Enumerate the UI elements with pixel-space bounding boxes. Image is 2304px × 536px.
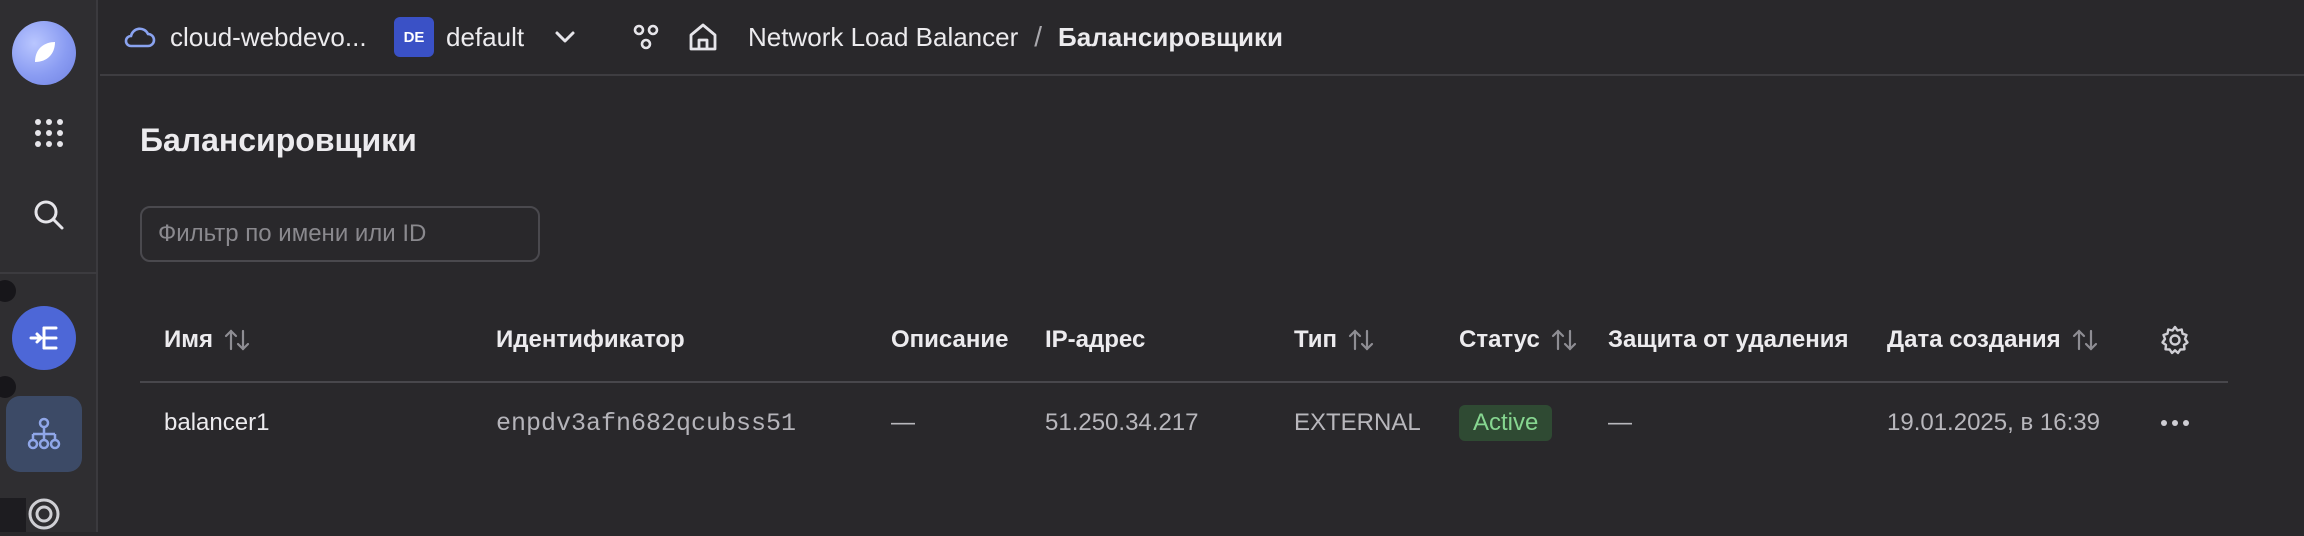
load-balancer-service-icon[interactable] [12,306,76,370]
cell-ip: 51.250.34.217 [1045,409,1199,436]
column-header-created[interactable]: Дата создания [1887,316,2099,364]
home-icon[interactable] [686,0,720,74]
sort-icon[interactable] [223,328,251,352]
cell-status: Active [1459,402,1553,444]
column-label: Дата создания [1887,326,2061,353]
cell-deletion-protection: — [1608,409,1632,436]
folder-selector[interactable]: DE default [394,0,576,74]
chevron-down-icon [555,31,575,43]
rail-divider [0,272,98,274]
row-actions-icon[interactable] [2160,402,2190,444]
sort-icon[interactable] [2071,328,2099,352]
page-title: Балансировщики [140,122,417,158]
cloud-icon [124,27,156,48]
column-header-deletion-protection: Защита от удаления [1608,316,1849,364]
breadcrumb: Network Load Balancer / Балансировщики [748,0,1283,74]
sort-icon[interactable] [1347,328,1375,352]
breadcrumb-current: Балансировщики [1058,21,1283,52]
cloud-name: cloud-webdevo... [170,21,367,52]
column-header-description: Описание [891,316,1009,364]
target-icon[interactable] [22,492,66,536]
sort-icon[interactable] [1550,328,1578,352]
table-settings-icon[interactable] [2160,316,2190,364]
services-grid-icon[interactable] [14,98,84,168]
rail-decoration [0,376,16,398]
rail-decoration [0,280,16,302]
breadcrumb-service-link[interactable]: Network Load Balancer [748,22,1018,53]
column-label: IP-адрес [1045,326,1146,353]
column-label: Статус [1459,326,1540,353]
cell-id: enpdv3afn682qcubss51 [496,408,797,438]
cell-description: — [891,409,915,436]
column-label: Имя [164,326,214,353]
column-header-ip: IP-адрес [1045,316,1145,364]
column-header-name[interactable]: Имя [164,316,251,364]
balancers-nav-icon[interactable] [6,396,82,472]
folder-name: default [446,21,525,52]
folder-badge: DE [394,17,434,57]
column-label: Тип [1294,326,1337,353]
cell-type: EXTERNAL [1294,409,1421,436]
column-header-type[interactable]: Тип [1294,316,1375,364]
integrations-icon[interactable] [630,0,662,74]
left-rail [0,0,98,532]
cell-created: 19.01.2025, в 16:39 [1887,409,2100,436]
column-header-status[interactable]: Статус [1459,316,1578,364]
column-label: Идентификатор [496,326,685,353]
filter-input[interactable] [140,206,540,262]
column-header-id: Идентификатор [496,316,685,364]
status-badge: Active [1459,405,1553,441]
column-label: Описание [891,326,1009,353]
column-label: Защита от удаления [1608,326,1849,353]
top-bar: cloud-webdevo... DE default Network Load… [100,0,2304,76]
cloud-logo-icon[interactable] [12,21,76,85]
cell-name[interactable]: balancer1 [164,402,269,444]
header-divider [140,381,2228,383]
search-icon[interactable] [14,180,84,250]
breadcrumb-separator: / [1034,21,1043,52]
cloud-selector[interactable]: cloud-webdevo... [122,0,367,74]
